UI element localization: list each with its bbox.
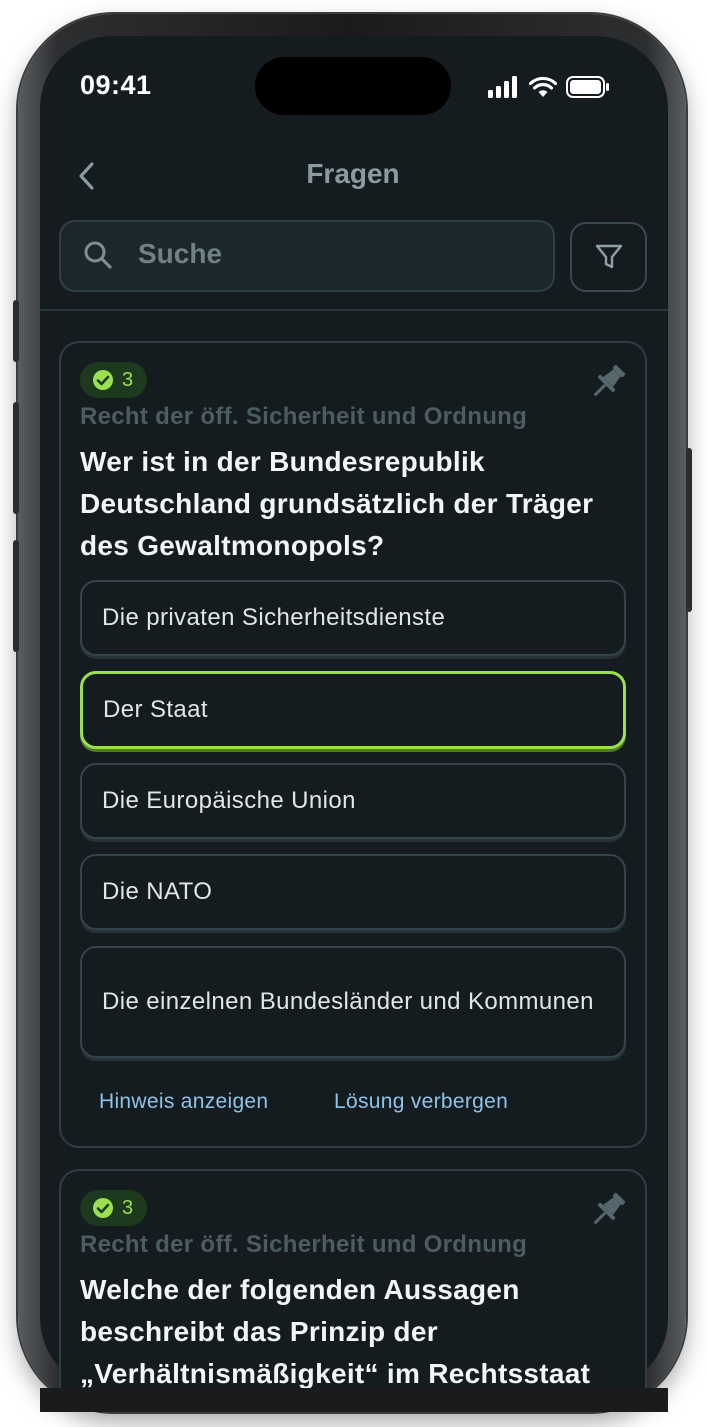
- check-circle-icon: [93, 370, 113, 390]
- question-category: Recht der öff. Sicherheit und Ordnung: [80, 1231, 528, 1258]
- pin-icon[interactable]: [586, 1188, 630, 1232]
- side-button-power: [686, 448, 692, 612]
- signal-icon: [488, 76, 517, 98]
- header-divider: [40, 309, 668, 311]
- correct-count-badge: 3: [80, 1190, 148, 1226]
- status-icons: [488, 72, 610, 102]
- search-placeholder: Suche: [138, 238, 223, 269]
- answer-option[interactable]: Die privaten Sicherheitsdienste: [80, 580, 626, 656]
- side-button-volume-up: [13, 402, 19, 514]
- filter-icon: [595, 244, 622, 269]
- screen-bottom-mask: [40, 1388, 668, 1412]
- pin-icon[interactable]: [586, 360, 630, 404]
- wifi-icon: [529, 76, 557, 97]
- correct-count-badge: 3: [80, 362, 148, 398]
- search-icon: [84, 241, 112, 269]
- badge-count: 3: [122, 1196, 134, 1219]
- question-text: Wer ist in der Bundesrepublik Deutschlan…: [80, 446, 594, 561]
- check-circle-icon: [93, 1198, 113, 1218]
- answer-option[interactable]: Die NATO: [80, 854, 626, 930]
- side-button-volume-down: [13, 540, 19, 652]
- page-title: Fragen: [306, 158, 400, 189]
- battery-icon: [566, 76, 609, 98]
- answer-option[interactable]: Die Europäische Union: [80, 763, 626, 839]
- side-button-silent: [13, 300, 19, 362]
- status-time: 09:41: [80, 70, 152, 100]
- solution-toggle-link[interactable]: Lösung verbergen: [334, 1090, 508, 1114]
- search-input[interactable]: [59, 220, 555, 292]
- badge-count: 3: [122, 368, 134, 391]
- hint-link[interactable]: Hinweis anzeigen: [99, 1090, 268, 1114]
- dynamic-island: [255, 57, 451, 115]
- question-category: Recht der öff. Sicherheit und Ordnung: [80, 403, 528, 430]
- answer-option[interactable]: Die einzelnen Bundesländer und Kommunen: [80, 946, 626, 1058]
- question-text: Welche der folgenden Aussagen beschreibt…: [80, 1274, 591, 1389]
- answer-option-selected[interactable]: Der Staat: [80, 671, 626, 749]
- filter-button[interactable]: [570, 222, 647, 292]
